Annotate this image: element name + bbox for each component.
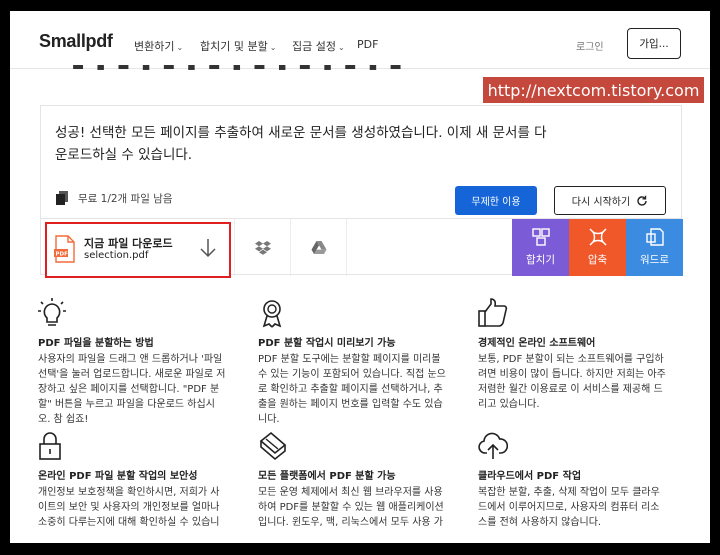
empty-slot	[346, 219, 512, 276]
feature-body: PDF 분할 도구에는 분할할 페이지를 미리볼 수 있는 기능이 포함되어 있습…	[258, 354, 446, 425]
restart-label: 다시 시작하기	[571, 197, 631, 208]
feature-title: PDF 파일을 분할하는 방법	[38, 338, 154, 349]
chevron-down-icon: ⌄	[176, 43, 184, 52]
pdf-file-icon: PDF	[54, 235, 75, 263]
download-arrow-icon	[200, 239, 216, 258]
feature-title: 온라인 PDF 파일 분할 작업의 보안성	[38, 471, 198, 482]
merge-label: 합치기	[526, 254, 555, 266]
compress-label: 압축	[587, 254, 608, 266]
download-filename: selection.pdf	[84, 250, 149, 261]
google-drive-icon	[311, 240, 326, 254]
feature-economical: 경제적인 온라인 소프트웨어 보통, PDF 분할이 되는 소프트웨어를 구입하…	[478, 298, 678, 412]
browser-viewport: Smallpdf 변환하기 ⌄ 합치기 및 분할 ⌄ 집금 설정 ⌄ PDF 로그인 …	[10, 11, 710, 543]
compress-tile[interactable]: 압축	[569, 219, 626, 276]
feature-body: 보통, PDF 분할이 되는 소프트웨어를 구입하 려면 비용이 많이 듭니다. …	[478, 354, 666, 410]
award-icon	[262, 300, 282, 328]
pdf-badge: PDF	[56, 252, 69, 258]
thumbs-up-icon	[478, 298, 508, 327]
feature-body: 모든 운영 체제에서 최신 웹 브라우저를 사용 하여 PDF를 분할할 수 있는…	[258, 487, 444, 528]
word-tile[interactable]: 워드로	[626, 219, 683, 276]
feature-body: 사용자의 파일을 드래그 앤 드롭하거나 '파일 선택'을 눌러 업로드합니다. …	[38, 354, 226, 425]
success-card: 성공! 선택한 모든 페이지를 추출하여 새로운 문서를 생성하였습니다. 이제…	[40, 105, 682, 219]
remaining-files-text: 무료 1/2개 파일 남음	[78, 193, 173, 205]
smallpdf-logo[interactable]: Smallpdf	[39, 31, 113, 52]
download-button[interactable]: PDF 지금 파일 다운로드 selection.pdf	[45, 222, 231, 278]
nav-settings-label: 집금 설정	[292, 40, 336, 53]
platforms-icon	[259, 431, 287, 461]
feature-title: PDF 분할 작업시 미리보기 가능	[258, 338, 396, 349]
file-stack-icon	[56, 191, 68, 205]
watermark: http://nextcom.tistory.com	[483, 77, 704, 103]
cloud-upload-icon	[478, 432, 508, 459]
login-link[interactable]: 로그인	[576, 38, 604, 53]
merge-tile[interactable]: 합치기	[512, 219, 569, 276]
nav-merge-split-label: 합치기 및 분할	[200, 40, 268, 53]
merge-icon	[531, 228, 550, 246]
lightbulb-icon	[38, 298, 66, 326]
compress-icon	[588, 228, 607, 246]
nav-convert[interactable]: 변환하기 ⌄	[134, 38, 183, 54]
dropbox-button[interactable]	[234, 219, 290, 276]
dropbox-icon	[254, 240, 271, 255]
chevron-down-icon: ⌄	[337, 43, 345, 52]
success-message: 성공! 선택한 모든 페이지를 추출하여 새로운 문서를 생성하였습니다. 이제…	[55, 125, 547, 163]
signup-button[interactable]: 가입...	[627, 28, 681, 59]
feature-title: 경제적인 온라인 소프트웨어	[478, 338, 596, 349]
nav-settings[interactable]: 집금 설정 ⌄	[292, 38, 345, 54]
word-label: 워드로	[640, 254, 669, 266]
clipped-heading: ▬ ▪ ▬ ▪ ▬ ▪ ▬ ▪ ▬ ▪ ▬ ▪ ▬ ▪ ▬	[72, 65, 406, 74]
feature-how-to-split: PDF 파일을 분할하는 방법 사용자의 파일을 드래그 앤 드롭하거나 '파일…	[38, 298, 238, 427]
feature-preview: PDF 분할 작업시 미리보기 가능 PDF 분할 도구에는 분할할 페이지를 …	[258, 298, 458, 427]
feature-security: 온라인 PDF 파일 분할 작업의 보안성 개인정보 보호정책을 확인하시면, …	[38, 431, 238, 530]
feature-title: 모든 플랫폼에서 PDF 분할 가능	[258, 471, 396, 482]
chevron-down-icon: ⌄	[269, 43, 277, 52]
nav-pdf[interactable]: PDF	[357, 38, 378, 51]
unlimited-button[interactable]: 무제한 이용	[455, 186, 537, 215]
feature-all-platforms: 모든 플랫폼에서 PDF 분할 가능 모든 운영 체제에서 최신 웹 브라우저를…	[258, 431, 458, 530]
download-title: 지금 파일 다운로드	[84, 237, 173, 250]
restart-button[interactable]: 다시 시작하기	[554, 186, 666, 215]
feature-body: 복잡한 분할, 추출, 삭제 작업이 모두 클라우 드에서 이루어지므로, 사용자…	[478, 487, 660, 528]
result-action-bar: PDF 지금 파일 다운로드 selection.pdf 합치기 압축 워드로	[40, 218, 683, 278]
word-icon	[645, 228, 664, 246]
nav-convert-label: 변환하기	[134, 40, 175, 53]
feature-cloud: 클라우드에서 PDF 작업 복잡한 분할, 추출, 삭제 작업이 모두 클라우 드…	[478, 431, 678, 530]
feature-title: 클라우드에서 PDF 작업	[478, 471, 582, 482]
google-drive-button[interactable]	[290, 219, 346, 276]
lock-icon	[39, 432, 61, 460]
nav-merge-split[interactable]: 합치기 및 분할 ⌄	[200, 38, 276, 54]
feature-body: 개인정보 보호정책을 확인하시면, 저희가 사 이트의 보안 및 사용자의 개인정…	[38, 487, 220, 528]
refresh-icon	[637, 195, 647, 206]
top-navbar: Smallpdf 변환하기 ⌄ 합치기 및 분할 ⌄ 집금 설정 ⌄ PDF 로그인 …	[10, 11, 710, 69]
